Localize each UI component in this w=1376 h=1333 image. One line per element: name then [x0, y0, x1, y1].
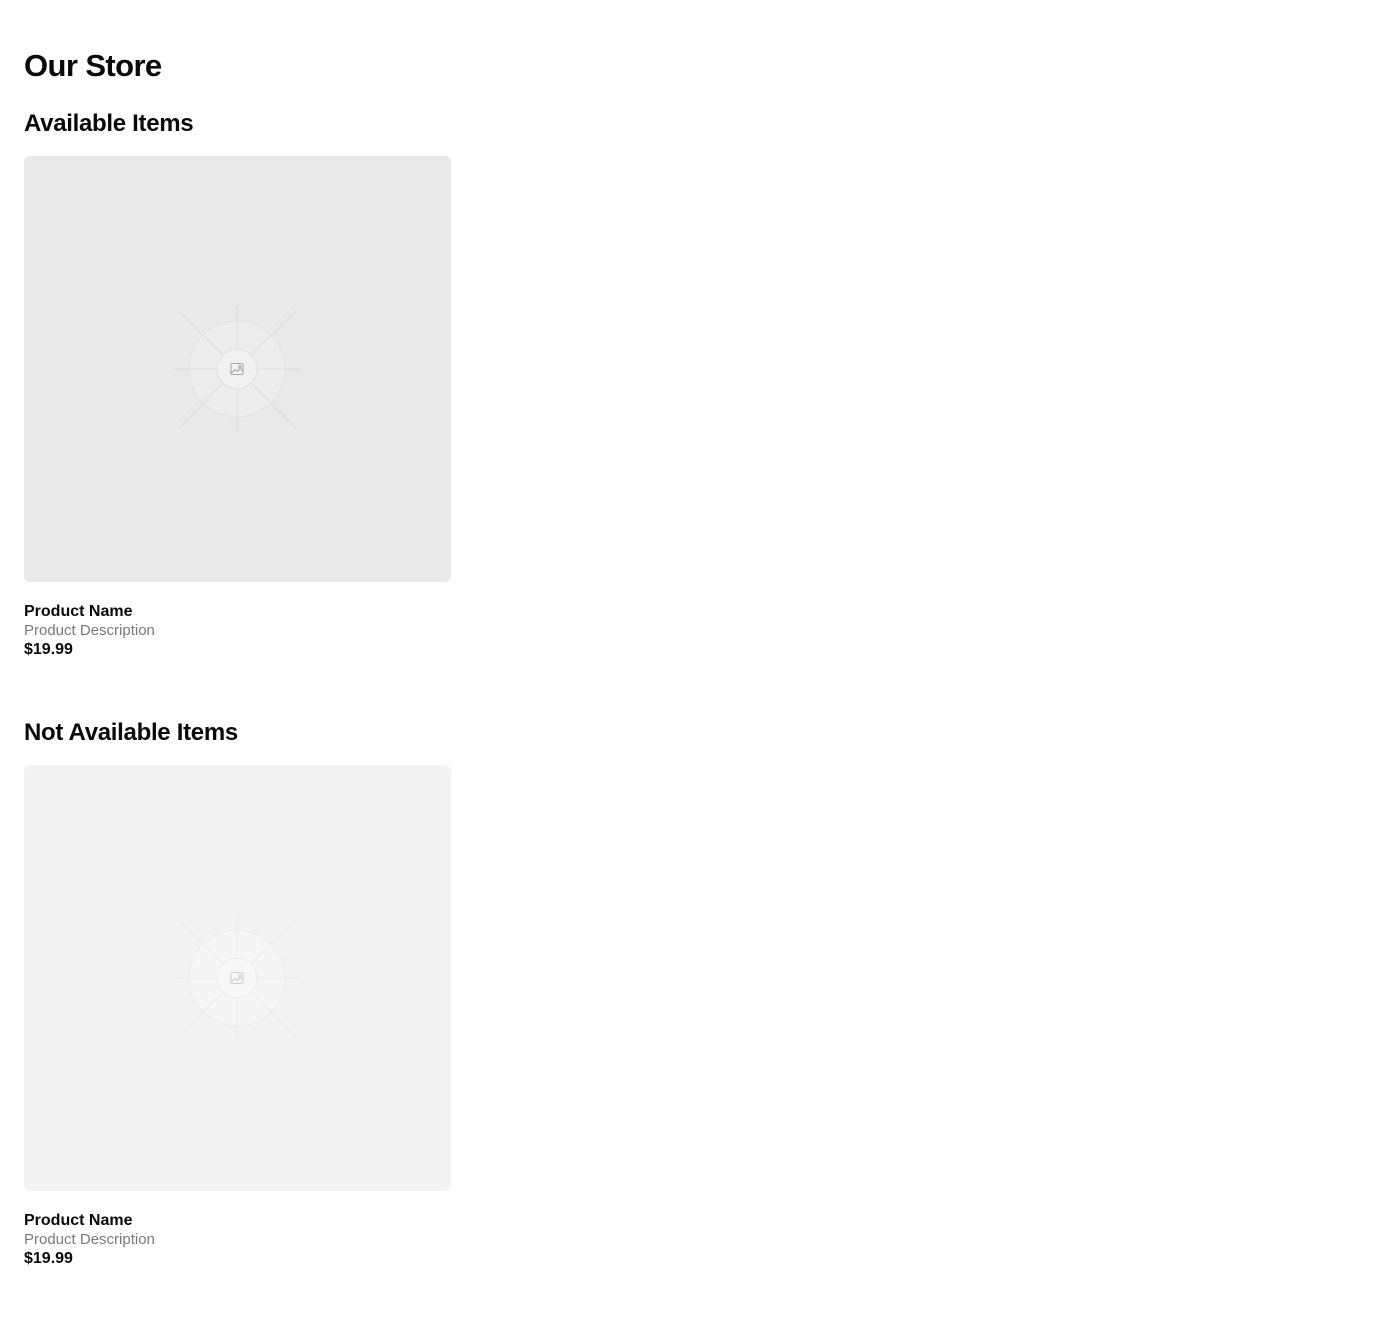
- available-items-heading: Available Items: [24, 110, 194, 137]
- not-available-items-heading: Not Available Items: [24, 719, 238, 746]
- image-placeholder-icon: [174, 306, 301, 431]
- product-price: $19.99: [24, 641, 73, 658]
- product-card-unavailable[interactable]: Product Name Product Description $19.99: [24, 765, 451, 1267]
- page-title: Our Store: [24, 48, 162, 83]
- image-placeholder-icon: [174, 915, 301, 1040]
- product-name[interactable]: Product Name: [24, 1212, 132, 1230]
- product-description: Product Description: [24, 622, 155, 639]
- product-price: $19.99: [24, 1250, 73, 1267]
- product-name[interactable]: Product Name: [24, 603, 132, 621]
- product-image[interactable]: [24, 765, 451, 1191]
- product-card-available[interactable]: Product Name Product Description $19.99: [24, 156, 451, 658]
- product-description: Product Description: [24, 1231, 155, 1248]
- product-image[interactable]: [24, 156, 451, 582]
